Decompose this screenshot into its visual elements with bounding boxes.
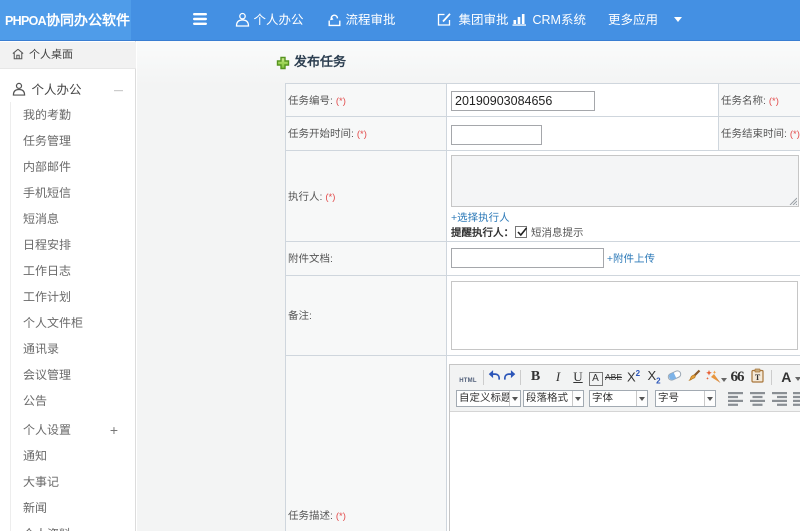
- svg-text:T: T: [754, 373, 760, 382]
